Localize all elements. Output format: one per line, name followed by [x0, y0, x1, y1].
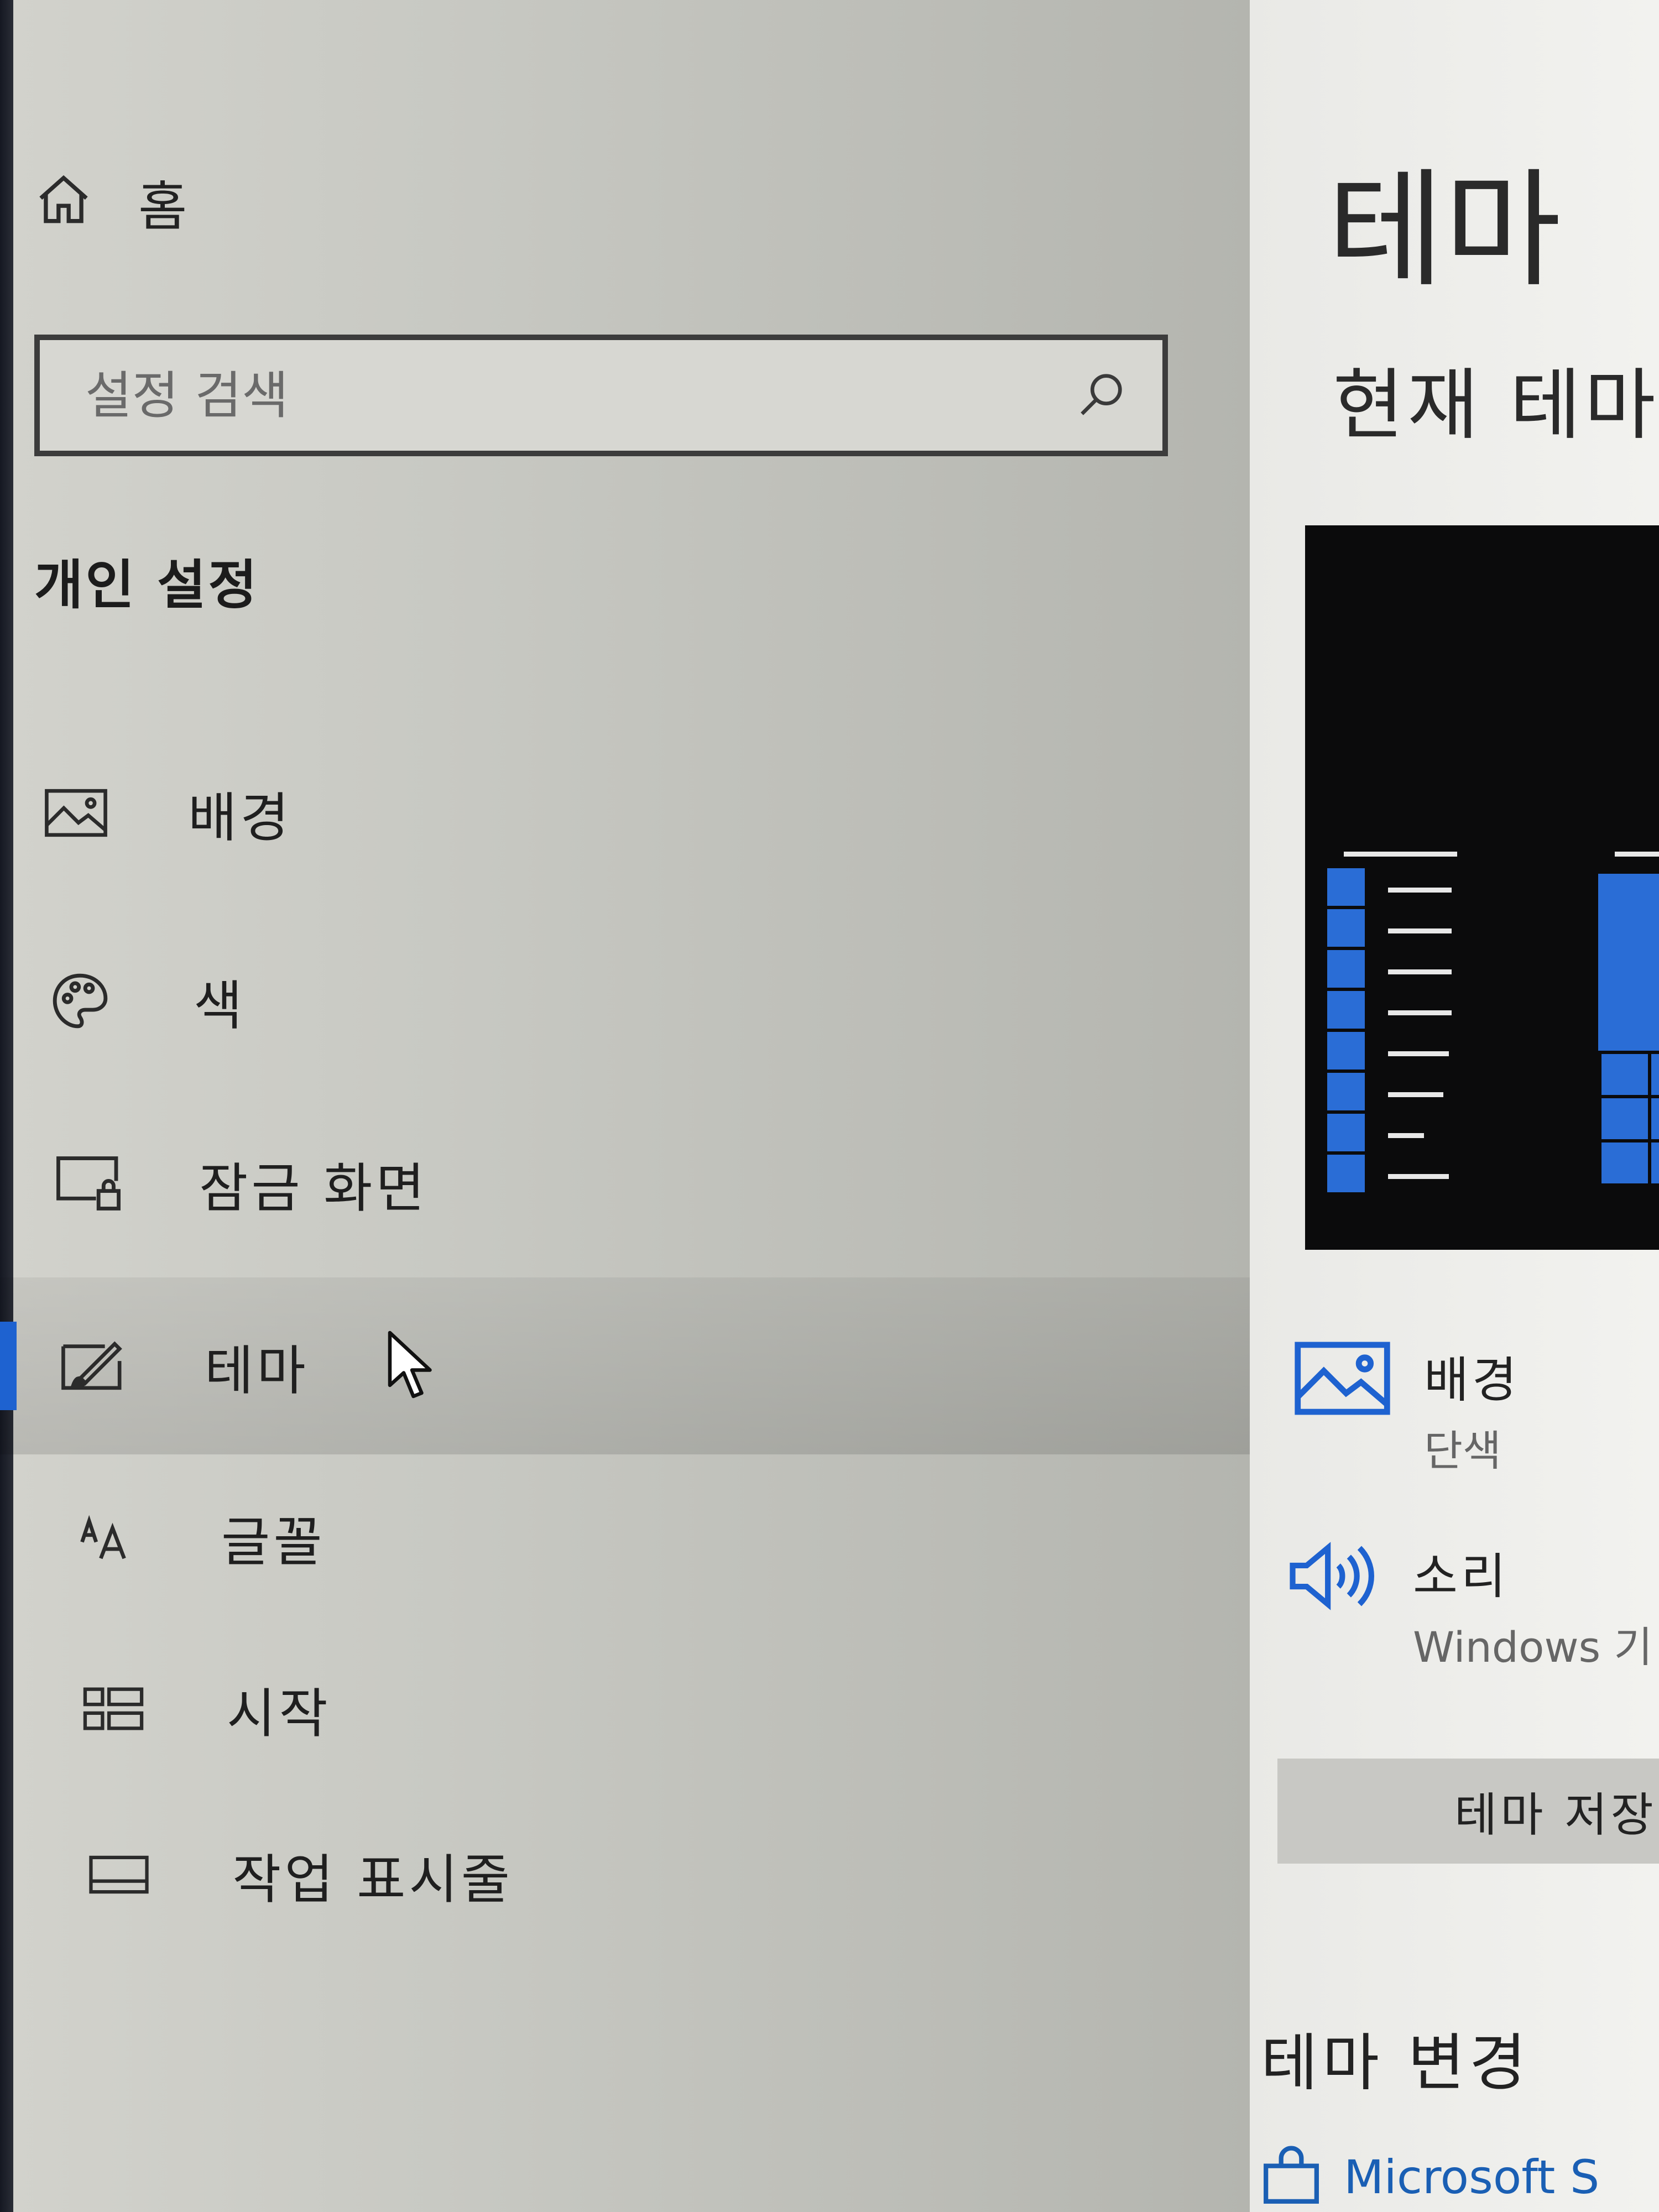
background-setting[interactable]: 배경 단색 — [1294, 1341, 1520, 1478]
sidebar-item-background[interactable]: 배경 — [44, 769, 293, 857]
preview-tile — [1327, 1114, 1365, 1155]
lock-screen-icon — [55, 1156, 138, 1211]
search-icon[interactable] — [1074, 367, 1129, 424]
search-input[interactable] — [84, 365, 916, 426]
sound-setting[interactable]: 소리 Windows 기 — [1283, 1537, 1652, 1674]
speaker-icon — [1283, 1537, 1380, 1617]
theme-brush-icon — [61, 1338, 144, 1394]
sidebar-item-label: 배경 — [188, 786, 293, 849]
palette-icon — [50, 971, 133, 1031]
sidebar-item-label: 색 — [194, 974, 246, 1037]
setting-value: 단색 — [1424, 1426, 1501, 1475]
microsoft-store-link[interactable]: Microsoft S — [1261, 2146, 1599, 2209]
preview-line — [1388, 928, 1452, 933]
theme-preview — [1305, 525, 1659, 1250]
page-title: 테마 — [1327, 157, 1562, 305]
image-icon — [44, 788, 127, 838]
preview-titlebar — [1615, 852, 1659, 857]
preview-line — [1388, 1051, 1449, 1056]
preview-tile — [1327, 1032, 1365, 1073]
sidebar-item-color[interactable]: 색 — [50, 957, 246, 1045]
current-theme-heading: 현재 테마 — [1333, 361, 1659, 451]
section-title: 개인 설정 — [34, 554, 259, 616]
store-link-label: Microsoft S — [1344, 2150, 1600, 2204]
sidebar-item-label: 시작 — [227, 1682, 331, 1745]
sidebar-item-lock-screen[interactable]: 잠금 화면 — [55, 1139, 428, 1228]
mouse-cursor-icon — [387, 1330, 437, 1404]
preview-titlebar — [1344, 852, 1457, 857]
home-label: 홈 — [138, 175, 191, 238]
sidebar-item-label: 잠금 화면 — [199, 1157, 428, 1219]
preview-line — [1388, 1174, 1449, 1179]
sidebar-item-label: 작업 표시줄 — [232, 1848, 514, 1911]
sidebar-item-start[interactable]: 시작 — [83, 1665, 331, 1753]
preview-tile — [1327, 950, 1365, 991]
sidebar-item-fonts[interactable]: 글꼴 — [77, 1493, 326, 1582]
preview-line — [1388, 1092, 1443, 1097]
sidebar-item-themes[interactable]: 테마 — [61, 1322, 309, 1410]
change-theme-heading: 테마 변경 — [1261, 2027, 1531, 2099]
preview-line — [1388, 888, 1452, 893]
main-pane: 테마 현재 테마 배경 단색 소리 Windows 기 테마 저장 테마 변경 … — [1250, 0, 1659, 2212]
home-icon — [33, 170, 94, 233]
window-edge — [0, 0, 13, 2212]
sidebar-item-label: 테마 — [205, 1339, 309, 1402]
font-icon — [77, 1512, 160, 1562]
setting-title: 배경 — [1424, 1352, 1520, 1408]
search-box[interactable] — [34, 335, 1168, 456]
settings-sidebar: 홈 개인 설정 배경 — [0, 0, 1250, 2212]
preview-tile — [1327, 868, 1365, 909]
save-theme-button[interactable]: 테마 저장 — [1277, 1759, 1659, 1864]
preview-window-grid — [1598, 1051, 1659, 1183]
store-bag-icon — [1261, 2146, 1322, 2209]
preview-tile — [1327, 1073, 1365, 1114]
taskbar-icon — [88, 1855, 171, 1894]
preview-tile — [1327, 909, 1365, 950]
sidebar-item-label: 글꼴 — [221, 1511, 326, 1573]
preview-line — [1388, 1010, 1452, 1015]
start-icon — [83, 1687, 166, 1731]
sidebar-item-taskbar[interactable]: 작업 표시줄 — [88, 1830, 513, 1919]
image-icon — [1294, 1341, 1391, 1418]
setting-title: 소리 — [1413, 1548, 1509, 1605]
preview-line — [1388, 969, 1452, 974]
setting-value: Windows 기 — [1413, 1623, 1653, 1672]
preview-tile — [1327, 1155, 1365, 1196]
active-indicator — [0, 1322, 17, 1410]
home-nav-item[interactable]: 홈 — [33, 160, 190, 243]
preview-tile — [1327, 991, 1365, 1032]
preview-line — [1388, 1133, 1424, 1138]
